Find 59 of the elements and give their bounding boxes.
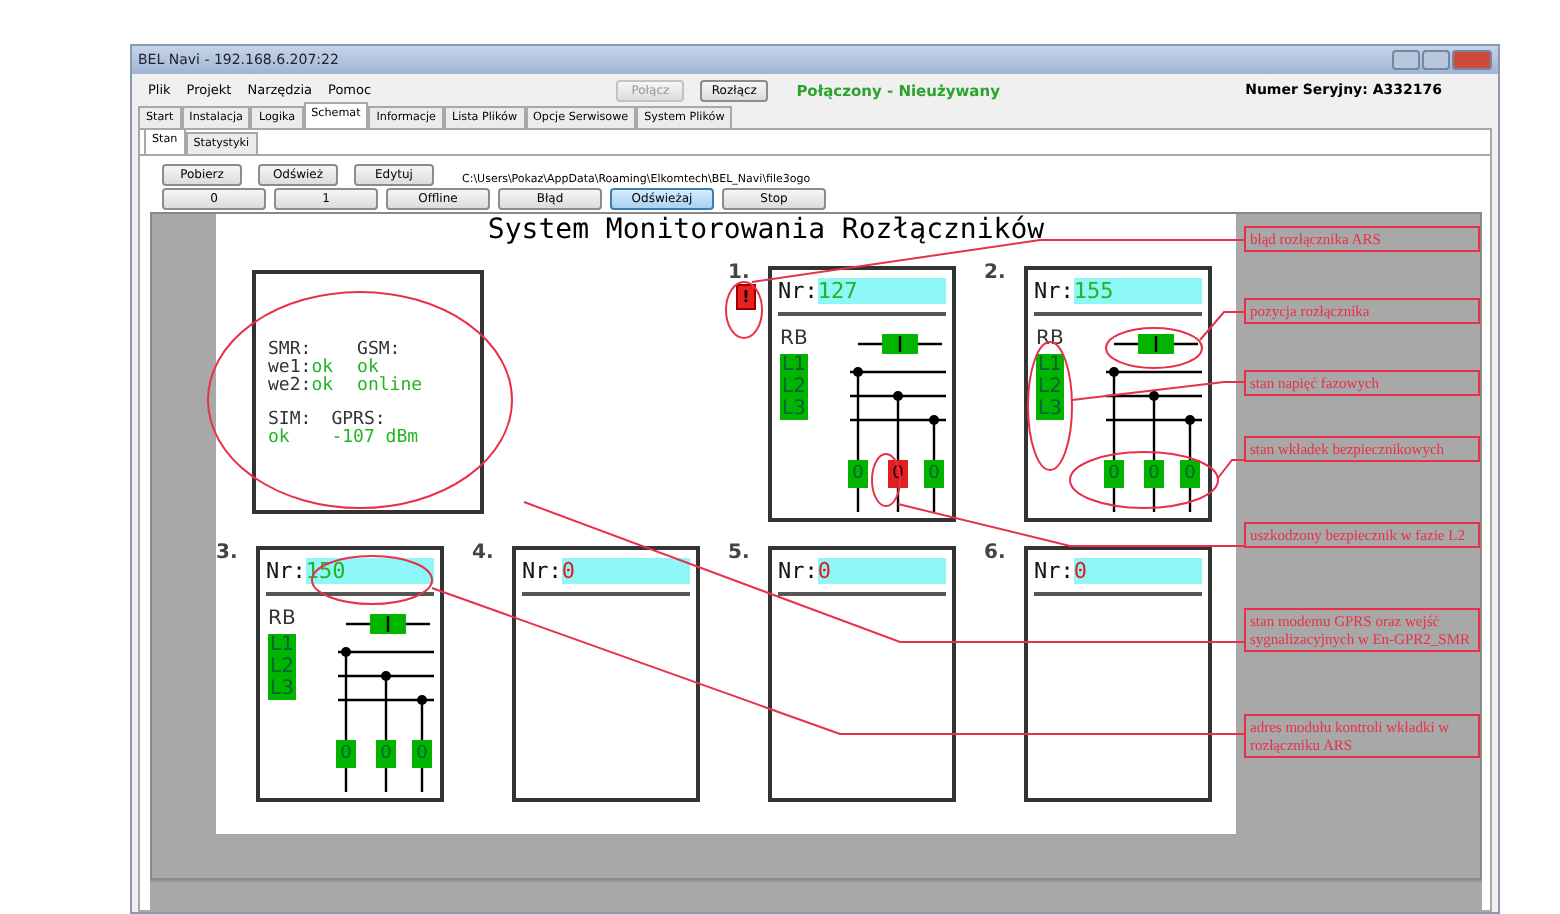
nr-label: Nr: (1034, 557, 1074, 583)
nr-label: Nr: (778, 277, 818, 303)
fuse-indicator: 0 (376, 740, 396, 768)
error-indicator: ! (736, 284, 756, 310)
rb-label: RB (780, 328, 808, 350)
close-button[interactable] (1452, 50, 1492, 70)
module-number: 3. (216, 542, 238, 564)
nr-field: 0 (1073, 557, 1202, 583)
canvas-title: System Monitorowania Rozłączników (485, 214, 1047, 246)
fuse-indicator: 0 (1104, 460, 1124, 488)
nr-label: Nr: (778, 557, 818, 583)
status-value: -107 dBm (331, 430, 419, 448)
status-label: SIM: (268, 412, 312, 430)
phase-indicator: L3 (1036, 398, 1064, 420)
rb-label: RB (268, 608, 296, 630)
module-number: 6. (984, 542, 1006, 564)
phase-indicator: L2 (268, 656, 296, 678)
callout-ellipse (725, 281, 763, 339)
phase-indicator: L2 (780, 376, 808, 398)
phase-indicator: L3 (268, 678, 296, 700)
phase-indicator: L1 (1036, 354, 1064, 376)
fuse-indicator: 0 (1144, 460, 1164, 488)
module-number: 4. (472, 542, 494, 564)
fuse-indicator: 0 (924, 460, 944, 488)
phase-indicator: L3 (780, 398, 808, 420)
fuse-indicator: 0 (848, 460, 868, 488)
nr-field: 127 (817, 277, 946, 303)
fuse-indicator: 0 (1180, 460, 1200, 488)
status-label: SMR: (268, 342, 312, 360)
rb-label: RB (1036, 328, 1064, 350)
nr-field: 155 (1073, 277, 1202, 303)
fuse-indicator: 0 (412, 740, 432, 768)
nr-label: Nr: (1034, 277, 1074, 303)
phase-indicator: L1 (780, 354, 808, 376)
status-label: we2: (268, 378, 312, 396)
status-value: ok (357, 360, 379, 378)
phase-indicator: L2 (1036, 376, 1064, 398)
nr-field: 0 (817, 557, 946, 583)
status-value: online (357, 378, 423, 396)
status-value: ok (311, 360, 334, 378)
maximize-button[interactable] (1422, 50, 1450, 70)
nr-label: Nr: (266, 557, 306, 583)
status-label: GPRS: (331, 412, 386, 430)
minimize-button[interactable] (1392, 50, 1420, 70)
leader-line (1199, 311, 1245, 341)
status-label: GSM: (357, 342, 403, 360)
phase-indicator: L1 (268, 634, 296, 656)
fuse-indicator: 0 (336, 740, 356, 768)
callout-ellipse (1105, 327, 1203, 369)
status-value: ok (268, 430, 292, 448)
nr-label: Nr: (522, 557, 562, 583)
status-label: we1: (268, 360, 312, 378)
leader-line (1217, 459, 1245, 479)
nr-field: 0 (561, 557, 690, 583)
callout-ellipse (871, 453, 901, 507)
module-number: 1. (728, 262, 750, 284)
module-number: 5. (728, 542, 750, 564)
module-number: 2. (984, 262, 1006, 284)
status-value: ok (311, 378, 334, 396)
